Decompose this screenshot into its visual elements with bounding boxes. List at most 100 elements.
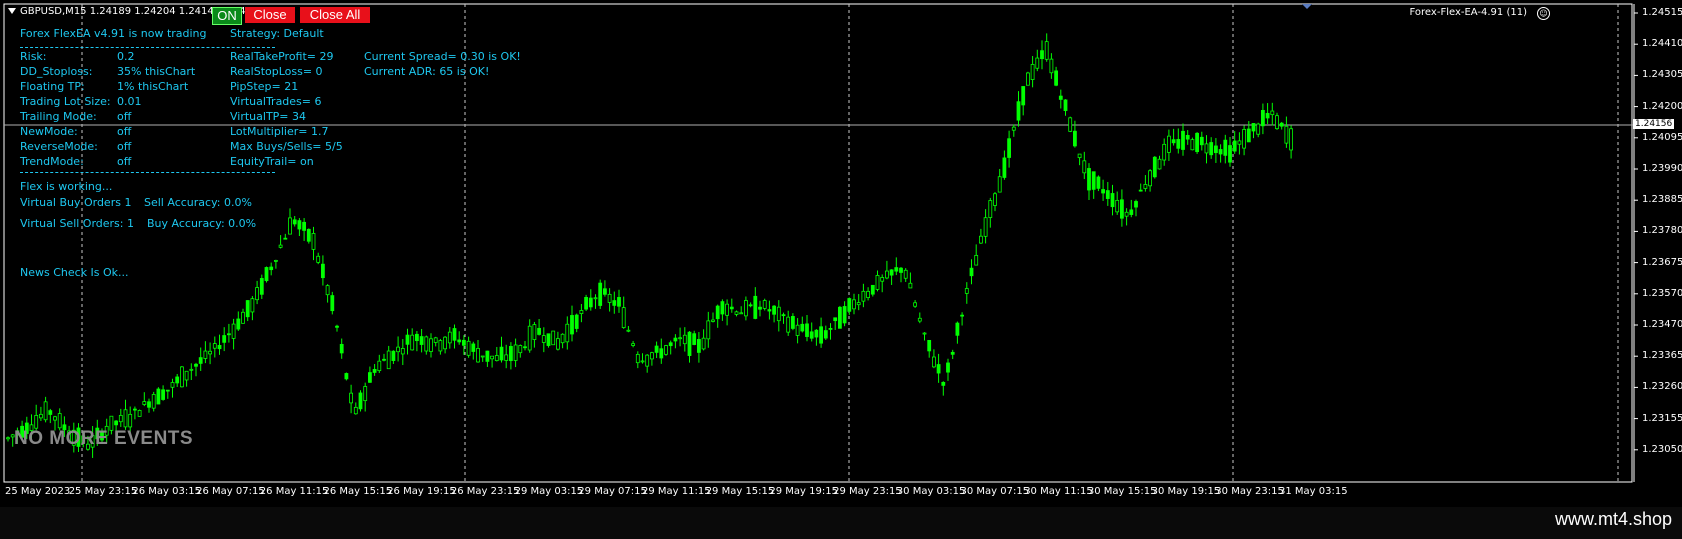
candle-body [43, 401, 48, 421]
candle-body [870, 284, 875, 295]
candle-body [866, 290, 870, 298]
candle-body [861, 290, 866, 302]
candle-body [880, 277, 885, 282]
candle-body [551, 330, 556, 346]
candle-body [645, 354, 650, 367]
candle-body [156, 388, 161, 405]
candle-body [396, 346, 401, 353]
candle-body [259, 278, 264, 295]
candle-body [53, 416, 57, 421]
candle-body [1289, 128, 1293, 151]
candle-body [288, 217, 292, 235]
candle-body [353, 406, 358, 415]
candle-body [490, 355, 495, 360]
candle-body [546, 333, 551, 346]
candle-body [1035, 57, 1040, 69]
close-button[interactable]: Close [245, 7, 295, 23]
candle-body [650, 352, 654, 360]
candle-body [1270, 110, 1275, 116]
setting-label: Risk: [20, 50, 47, 63]
setting-label: NewMode: [20, 125, 78, 138]
candle-body [175, 376, 180, 384]
candle-body [739, 312, 744, 315]
close-all-button[interactable]: Close All [300, 7, 370, 23]
price-tick-label: 1.24515 [1642, 7, 1682, 18]
candle-body [1040, 50, 1044, 60]
candle-body [508, 346, 513, 362]
candle-body [673, 337, 678, 342]
time-tick-label: 29 May 19:15 [769, 486, 838, 497]
candle-body [226, 333, 231, 336]
candle-body [678, 337, 682, 340]
setting-right-item: Current Spread= 0.30 is OK! [364, 50, 521, 63]
candle-body [1251, 123, 1256, 132]
candle-body [1195, 132, 1199, 153]
candle-body [1148, 170, 1152, 187]
candle-body [612, 300, 617, 306]
setting-value: off [117, 110, 132, 123]
candle-body [48, 410, 53, 415]
virtual-sell-label: Virtual Sell Orders: 1 [20, 217, 134, 230]
candle-body [382, 358, 386, 361]
candle-body [273, 260, 278, 262]
candle-body [1082, 160, 1087, 174]
candle-body [1228, 145, 1232, 163]
candle-body [1115, 199, 1120, 213]
candle-body [762, 300, 767, 309]
candle-body [1021, 86, 1026, 106]
candle-body [1199, 136, 1204, 146]
candle-body [800, 323, 805, 332]
candle-body [1279, 122, 1284, 127]
candle-body [960, 314, 964, 317]
time-tick-label: 26 May 19:15 [387, 486, 456, 497]
candle-body [311, 233, 316, 250]
candle-body [936, 364, 941, 374]
candle-body [1120, 199, 1124, 219]
menu-triangle-icon[interactable] [8, 8, 16, 14]
candle-body [1101, 189, 1105, 194]
virtual-buy-label: Virtual Buy Orders 1 [20, 196, 132, 209]
candle-body [377, 360, 382, 372]
setting-mid-item: LotMultiplier= 1.7 [230, 125, 329, 138]
time-tick-label: 26 May 11:15 [259, 486, 329, 497]
candle-body [814, 329, 819, 338]
on-button[interactable]: ON [212, 7, 242, 25]
candle-body [1096, 176, 1101, 189]
candle-body [339, 344, 344, 354]
candle-body [461, 339, 466, 346]
candle-body [1011, 126, 1016, 131]
candle-body [1087, 168, 1091, 191]
setting-right-item: Current ADR: 65 is OK! [364, 65, 490, 78]
time-tick-label: 26 May 23:15 [450, 486, 520, 497]
price-tick-label: 1.23260 [1642, 381, 1682, 393]
price-tick-label: 1.24200 [1642, 100, 1682, 112]
candle-body [1185, 134, 1190, 140]
candle-body [1209, 142, 1214, 156]
candle-body [466, 340, 471, 356]
candle-body [842, 306, 847, 324]
candle-body [39, 413, 43, 419]
candle-body [1275, 115, 1279, 130]
candle-body [241, 311, 245, 324]
candle-body [711, 319, 715, 322]
price-tick-label: 1.23155 [1642, 412, 1682, 424]
candle-body [584, 297, 588, 310]
candle-body [664, 345, 668, 355]
smiley-icon: ☺ [1537, 7, 1550, 20]
candle-body [217, 345, 222, 350]
candle-body [518, 345, 523, 354]
candle-body [429, 338, 433, 352]
candle-body [34, 414, 39, 429]
candle-body [1044, 41, 1049, 60]
candle-body [734, 311, 739, 315]
time-tick-label: 25 May 23:15 [68, 486, 138, 497]
candle-body [499, 346, 504, 361]
time-tick-label: 30 May 23:15 [1215, 486, 1284, 497]
candle-body [1232, 140, 1237, 152]
time-tick-label: 30 May 07:15 [960, 486, 1030, 497]
candle-body [137, 410, 142, 417]
candle-body [269, 266, 274, 271]
candle-body [988, 200, 993, 218]
candle-body [969, 267, 974, 277]
candle-body [1110, 193, 1115, 208]
